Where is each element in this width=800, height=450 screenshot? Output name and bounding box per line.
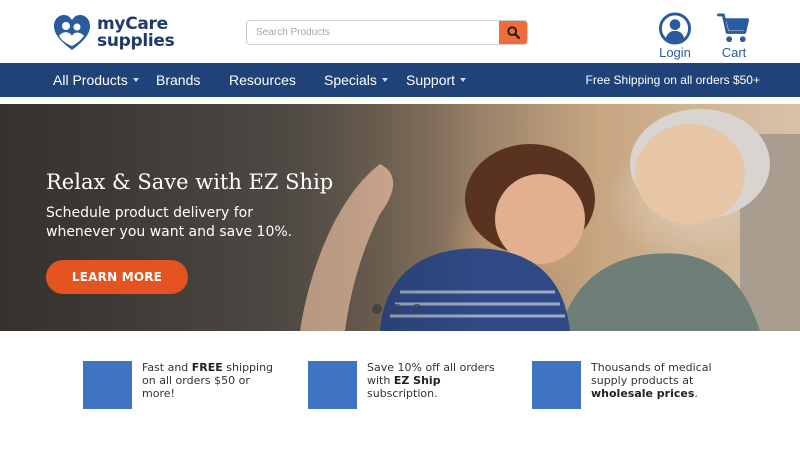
nav-specials[interactable]: Specials xyxy=(324,63,388,97)
feature-icon xyxy=(532,361,581,409)
cart-label: Cart xyxy=(721,45,747,60)
hero-banner[interactable]: Relax & Save with EZ Ship Schedule produ… xyxy=(0,104,800,331)
login-label: Login xyxy=(659,45,691,60)
carousel-dot[interactable] xyxy=(412,304,422,314)
user-circle-icon xyxy=(658,12,692,45)
search-button[interactable] xyxy=(499,21,527,44)
nav-label: Brands xyxy=(156,72,201,88)
nav-label: Resources xyxy=(229,72,296,88)
carousel-dot[interactable] xyxy=(392,304,402,314)
nav-brands[interactable]: Brands xyxy=(156,63,200,97)
feature-text: Save 10% off all orders with EZ Ship sub… xyxy=(367,361,507,411)
site-logo[interactable]: myCare supplies xyxy=(52,14,182,52)
hero-subtitle: Schedule product delivery for whenever y… xyxy=(46,205,293,240)
nav-label: Support xyxy=(406,72,456,88)
feature-icon xyxy=(83,361,132,409)
heart-people-icon xyxy=(54,15,90,50)
feature-text-pre: Thousands of medical supply products at xyxy=(591,361,712,387)
feature-free-shipping: Fast and FREE shipping on all orders $50… xyxy=(83,361,282,411)
feature-icon xyxy=(308,361,357,409)
search-icon xyxy=(506,26,520,39)
chevron-down-icon xyxy=(132,78,139,83)
site-header: myCare supplies Login Cart xyxy=(0,0,800,63)
carousel-dot[interactable] xyxy=(372,304,382,314)
feature-text-post: subscription. xyxy=(367,387,438,400)
feature-text-bold: EZ Ship xyxy=(393,374,441,387)
chevron-down-icon xyxy=(381,78,388,83)
shopping-cart-icon xyxy=(717,13,750,43)
feature-text: Fast and FREE shipping on all orders $50… xyxy=(142,361,282,411)
feature-text-bold: wholesale prices xyxy=(591,387,695,400)
carousel-dots xyxy=(372,304,422,314)
free-shipping-note: Free Shipping on all orders $50+ xyxy=(585,73,760,87)
logo-text: myCare supplies xyxy=(97,16,175,51)
nav-resources[interactable]: Resources xyxy=(229,63,296,97)
feature-wholesale: Thousands of medical supply products at … xyxy=(532,361,731,411)
nav-all-products[interactable]: All Products xyxy=(53,63,139,97)
logo-line-2: supplies xyxy=(97,31,175,51)
feature-text-post: . xyxy=(694,387,698,400)
chevron-down-icon xyxy=(460,78,467,83)
feature-text-bold: FREE xyxy=(191,361,223,374)
main-nav: All Products Brands Resources Specials S… xyxy=(0,63,800,97)
learn-more-button[interactable]: LEARN MORE xyxy=(46,260,188,294)
feature-ez-ship: Save 10% off all orders with EZ Ship sub… xyxy=(308,361,507,411)
search-input[interactable] xyxy=(247,21,499,44)
feature-text-pre: Fast and xyxy=(142,361,192,374)
nav-label: All Products xyxy=(53,72,128,88)
hero-title: Relax & Save with EZ Ship xyxy=(46,170,334,194)
login-link[interactable]: Login xyxy=(658,12,692,60)
cart-link[interactable]: Cart xyxy=(716,12,752,60)
nav-support[interactable]: Support xyxy=(406,63,467,97)
nav-label: Specials xyxy=(324,72,377,88)
feature-text: Thousands of medical supply products at … xyxy=(591,361,731,411)
search-bar xyxy=(246,20,528,45)
